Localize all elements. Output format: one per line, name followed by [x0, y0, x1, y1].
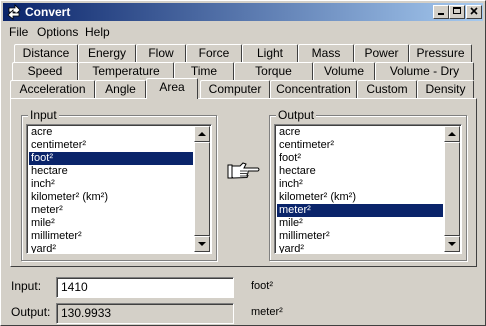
- list-item[interactable]: foot²: [277, 152, 443, 165]
- tab-mass[interactable]: Mass: [298, 44, 354, 62]
- tab-panel: Input acre centimeter² foot² hectare inc…: [10, 98, 477, 267]
- scroll-down-button[interactable]: [444, 236, 460, 252]
- scroll-up-button[interactable]: [444, 126, 460, 142]
- scroll-thumb[interactable]: [444, 142, 460, 236]
- tab-density[interactable]: Density: [417, 80, 474, 98]
- list-item[interactable]: mile²: [277, 217, 443, 230]
- input-value-field[interactable]: 1410: [56, 277, 234, 298]
- output-list-scrollbar[interactable]: [444, 126, 460, 252]
- pointing-hand-icon: [227, 162, 260, 179]
- list-item[interactable]: acre: [29, 126, 193, 139]
- menu-options[interactable]: Options: [37, 25, 78, 39]
- output-unit-label: meter²: [251, 306, 283, 318]
- list-item[interactable]: centimeter²: [29, 139, 193, 152]
- tab-volume[interactable]: Volume: [313, 62, 375, 80]
- window-title: Convert: [25, 5, 71, 19]
- tab-force[interactable]: Force: [186, 44, 242, 62]
- list-item[interactable]: yard²: [277, 243, 443, 253]
- menu-help[interactable]: Help: [85, 25, 110, 39]
- app-icon: [7, 4, 21, 20]
- arrow-up-icon: [198, 132, 206, 136]
- list-item[interactable]: kilometer² (km²): [29, 191, 193, 204]
- tab-volume-dry[interactable]: Volume - Dry: [375, 62, 474, 80]
- tab-light[interactable]: Light: [242, 44, 298, 62]
- tab-area[interactable]: Area: [146, 78, 198, 99]
- tab-computer[interactable]: Computer: [200, 80, 270, 98]
- output-value-field: 130.9933: [56, 303, 234, 324]
- maximize-button[interactable]: [449, 5, 465, 19]
- input-group: Input acre centimeter² foot² hectare inc…: [21, 108, 217, 261]
- input-unit-label: foot²: [251, 280, 274, 292]
- list-item[interactable]: inch²: [29, 178, 193, 191]
- list-item[interactable]: millimeter²: [29, 230, 193, 243]
- input-field-label: Input:: [11, 279, 42, 293]
- tab-distance[interactable]: Distance: [14, 44, 78, 62]
- tab-concentration[interactable]: Concentration: [270, 80, 357, 98]
- list-item[interactable]: yard²: [29, 243, 193, 253]
- scroll-down-button[interactable]: [194, 236, 210, 252]
- list-item[interactable]: hectare: [277, 165, 443, 178]
- tab-torque[interactable]: Torque: [234, 62, 313, 80]
- arrow-up-icon: [448, 132, 456, 136]
- tab-custom[interactable]: Custom: [357, 80, 417, 98]
- tab-acceleration[interactable]: Acceleration: [10, 80, 95, 98]
- list-item[interactable]: meter²: [29, 204, 193, 217]
- scroll-thumb[interactable]: [194, 142, 210, 236]
- output-group-label: Output: [276, 108, 317, 122]
- output-unit-list[interactable]: acre centimeter² foot² hectare inch² kil…: [274, 124, 462, 254]
- scroll-up-button[interactable]: [194, 126, 210, 142]
- output-group: Output acre centimeter² foot² hectare in…: [269, 108, 467, 261]
- tab-angle[interactable]: Angle: [95, 80, 146, 98]
- output-field-label: Output:: [11, 305, 51, 319]
- tab-flow[interactable]: Flow: [136, 44, 186, 62]
- list-item[interactable]: hectare: [29, 165, 193, 178]
- arrow-down-icon: [198, 242, 206, 246]
- minimize-icon: [438, 13, 444, 15]
- list-item[interactable]: inch²: [277, 178, 443, 191]
- tab-pressure[interactable]: Pressure: [409, 44, 472, 62]
- arrow-down-icon: [448, 242, 456, 246]
- input-unit-list[interactable]: acre centimeter² foot² hectare inch² kil…: [26, 124, 212, 254]
- close-icon: [470, 7, 478, 15]
- list-item[interactable]: acre: [277, 126, 443, 139]
- tab-speed[interactable]: Speed: [12, 62, 78, 80]
- list-item[interactable]: kilometer² (km²): [277, 191, 443, 204]
- list-item-selected[interactable]: meter²: [277, 204, 443, 217]
- minimize-button[interactable]: [433, 5, 449, 19]
- list-item[interactable]: centimeter²: [277, 139, 443, 152]
- input-group-label: Input: [28, 108, 59, 122]
- tab-energy[interactable]: Energy: [78, 44, 136, 62]
- list-item-selected[interactable]: foot²: [29, 152, 193, 165]
- tab-power[interactable]: Power: [354, 44, 409, 62]
- close-button[interactable]: [466, 5, 482, 19]
- list-item[interactable]: mile²: [29, 217, 193, 230]
- convert-window: Convert File Options Help Distance Energ…: [0, 0, 486, 326]
- maximize-icon: [453, 7, 461, 14]
- menu-bar: File Options Help: [3, 22, 483, 40]
- list-item[interactable]: millimeter²: [277, 230, 443, 243]
- menu-file[interactable]: File: [9, 25, 28, 39]
- input-list-scrollbar[interactable]: [194, 126, 210, 252]
- title-bar[interactable]: Convert: [3, 3, 483, 21]
